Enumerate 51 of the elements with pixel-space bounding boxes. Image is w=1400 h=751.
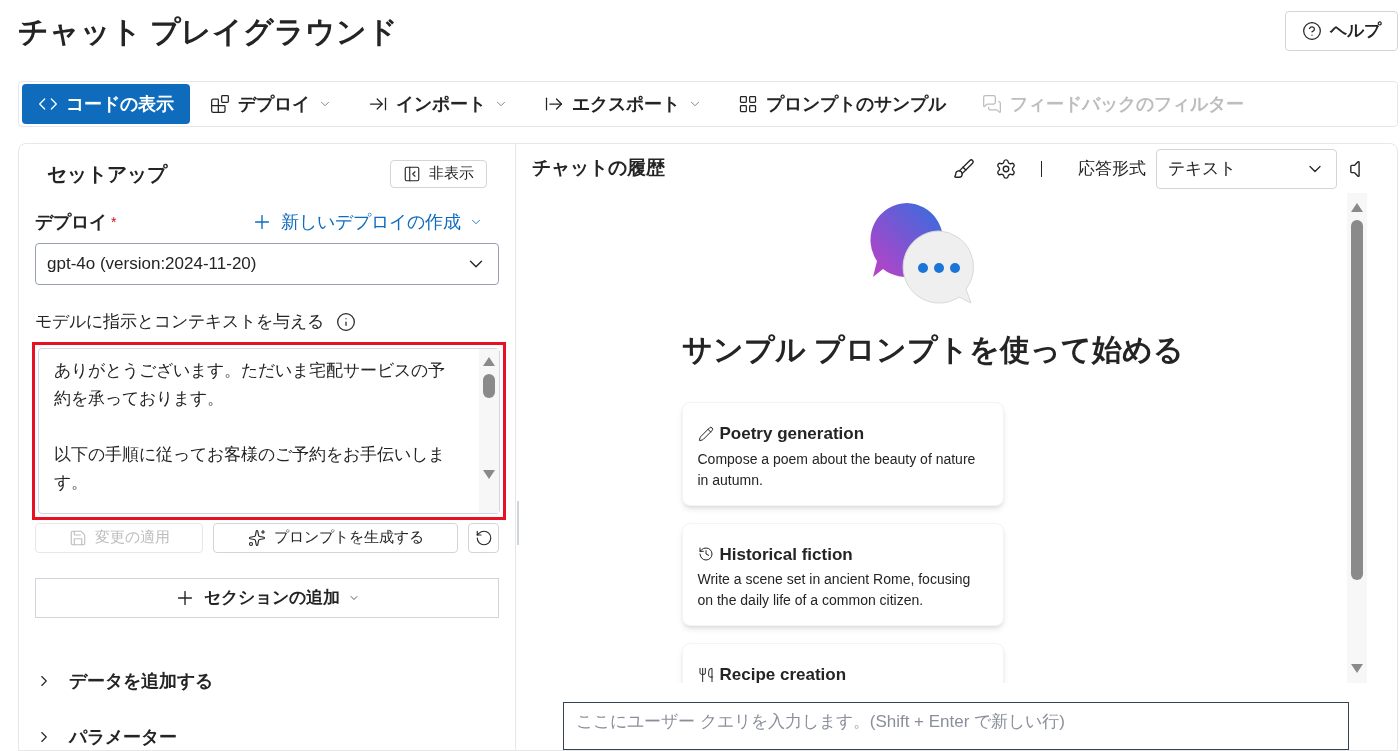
history-icon <box>697 546 714 563</box>
settings-icon[interactable] <box>994 157 1017 180</box>
toolbar-button[interactable]: コードの表示 <box>22 84 190 124</box>
accordion-header[interactable]: データを追加する <box>35 668 499 694</box>
toolbar-button[interactable]: プロンプトのサンプル <box>722 84 962 124</box>
save-icon <box>68 528 87 547</box>
help-button[interactable]: ヘルプ <box>1285 11 1398 51</box>
grid-icon <box>738 94 758 114</box>
utensils-icon <box>697 666 714 683</box>
sample-title: Poetry generation <box>719 423 865 445</box>
chat-title: チャットの履歴 <box>532 156 665 181</box>
sample-title: Recipe creation <box>719 664 847 683</box>
generate-prompt-button[interactable]: プロンプトを生成する <box>213 522 458 553</box>
instructions-paragraph: 以下の手順に従ってお客様のご予約をお手伝いします。 <box>54 443 446 494</box>
sample-prompt-card[interactable]: Historical fiction Write a scene set in ancient Rome, focusing on the daily life of a common citizen. <box>681 522 1004 626</box>
deploy-label: デプロイ <box>35 210 107 234</box>
chat-input-field[interactable]: ここにユーザー クエリを入力します。(Shift + Enter で新しい行) <box>563 702 1349 750</box>
setup-title: セットアップ <box>47 161 167 187</box>
sample-title: Historical fiction <box>719 543 853 566</box>
sample-prompt-card[interactable]: Recipe creation <box>681 643 1004 683</box>
add-section-button[interactable]: セクションの追加 <box>35 578 499 618</box>
samples-heading: サンプル プロンプトを使って始める <box>681 332 1182 368</box>
scrollbar[interactable] <box>1347 193 1367 683</box>
page-title: チャット プレイグラウンド <box>18 13 399 50</box>
scrollbar[interactable] <box>479 348 499 513</box>
toolbar-button[interactable]: デプロイ <box>194 84 348 124</box>
toolbar-button[interactable]: エクスポート <box>528 84 718 124</box>
blocks-icon <box>210 94 230 114</box>
accordion-header[interactable]: パラメーター <box>35 724 499 750</box>
instructions-label: モデルに指示とコンテキストを与える <box>35 311 324 334</box>
hide-button[interactable]: 非表示 <box>390 159 487 188</box>
deployment-select[interactable]: gpt-4o (version:2024-11-20) <box>35 243 499 285</box>
pencil-icon <box>697 425 714 442</box>
undo-icon <box>474 528 493 547</box>
instructions-field[interactable]: ありがとうございます。ただいま宅配サービスの予約を承っております。 以下の手順に従ってお客様のご予約をお手伝いします。 <box>38 347 500 514</box>
chat-bubbles-icon <box>982 94 1002 114</box>
sample-description: Compose a poem about the beauty of nature in autumn. <box>697 449 977 490</box>
sample-description: Write a scene set in ancient Rome, focusing on the daily life of a common citizen. <box>697 570 972 610</box>
response-format-select[interactable]: テキスト <box>1156 148 1337 189</box>
reset-button[interactable] <box>468 522 499 553</box>
brush-icon[interactable] <box>952 157 975 180</box>
toolbar-button[interactable]: インポート <box>352 84 524 124</box>
panel-collapse-icon <box>403 164 421 183</box>
info-icon <box>336 311 356 332</box>
create-deployment-link[interactable]: 新しいデプロイの作成 <box>251 208 499 236</box>
response-format-label: 応答形式 <box>1078 157 1146 180</box>
required-icon: * <box>111 211 117 233</box>
sparkles-icon <box>247 528 266 547</box>
instructions-paragraph: ありがとうございます。ただいま宅配サービスの予約を承っております。 <box>54 359 446 410</box>
sample-prompt-card[interactable]: Poetry generation Compose a poem about the beauty of nature in autumn. <box>681 402 1004 506</box>
help-icon <box>1302 21 1322 41</box>
